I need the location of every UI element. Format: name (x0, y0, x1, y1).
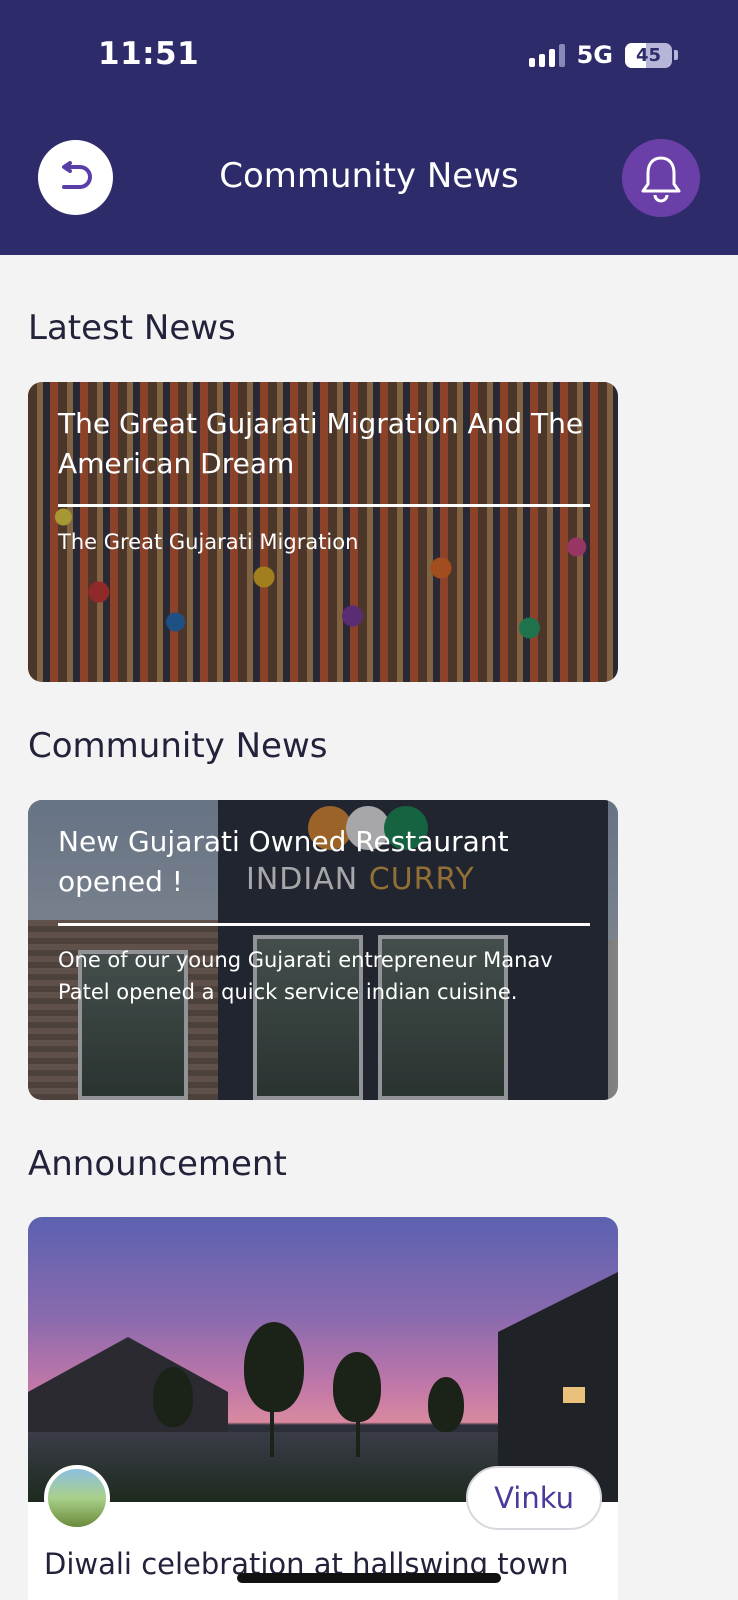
announcement-image (28, 1217, 618, 1502)
home-indicator[interactable] (237, 1573, 501, 1583)
bell-icon (641, 156, 681, 203)
card-divider (58, 923, 590, 926)
card-divider (58, 504, 590, 507)
announcement-card[interactable]: Vinku Diwali celebration at hallswing to… (28, 1217, 618, 1600)
battery-percent: 45 (635, 44, 662, 66)
announcement-heading: Announcement (28, 1144, 287, 1184)
community-news-card[interactable]: INDIAN CURRY New Gujarati Owned Restaura… (28, 800, 618, 1100)
notifications-button[interactable] (622, 139, 700, 217)
author-avatar[interactable] (44, 1465, 110, 1531)
status-indicators: 5G 45 (528, 40, 678, 70)
network-type: 5G (576, 41, 613, 69)
author-chip[interactable]: Vinku (466, 1466, 602, 1530)
status-time: 11:51 (98, 36, 200, 72)
card-subtitle: One of our young Gujarati entrepreneur M… (58, 948, 553, 1004)
card-title: New Gujarati Owned Restaurant opened ! (58, 825, 509, 898)
battery-icon: 45 (625, 42, 672, 68)
card-title: The Great Gujarati Migration And The Ame… (58, 407, 584, 480)
latest-news-card[interactable]: The Great Gujarati Migration And The Ame… (28, 382, 618, 682)
app-header: 11:51 5G 45 Community News (0, 0, 738, 255)
latest-news-heading: Latest News (28, 308, 236, 348)
community-news-heading: Community News (28, 726, 328, 766)
cellular-signal-icon (528, 43, 565, 67)
card-subtitle: The Great Gujarati Migration (58, 530, 359, 554)
